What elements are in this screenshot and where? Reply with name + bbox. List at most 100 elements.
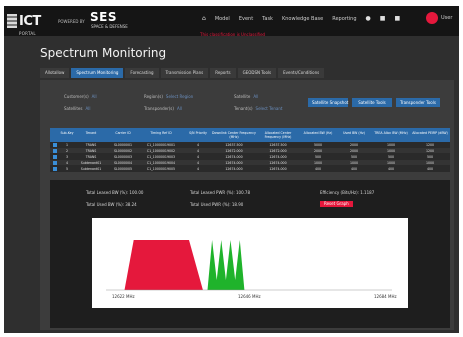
filter-value[interactable]: All — [253, 94, 258, 99]
checkbox-cell[interactable] — [50, 160, 60, 165]
row-checkbox[interactable] — [53, 161, 57, 165]
table-cell: 12672.000 — [269, 149, 287, 153]
filter-transponders[interactable]: Transponder(s) All — [144, 106, 182, 111]
filter-customers[interactable]: Customer(s) All — [64, 94, 97, 99]
page-title: Spectrum Monitoring — [40, 46, 167, 60]
spectrum-series-1[interactable] — [207, 240, 245, 290]
tab-reports[interactable]: Reports — [210, 68, 236, 78]
row-checkbox[interactable] — [53, 155, 57, 159]
spectrum-svg: 12622 MHz 12646 MHz 12684 MHz — [106, 240, 397, 299]
filter-label: Satellites — [64, 106, 83, 111]
column-header[interactable]: Used BW (Hz) — [336, 128, 372, 142]
nav-item-model[interactable]: Model — [215, 16, 230, 22]
transponder-tools-button[interactable]: Transponder Tools — [396, 98, 440, 107]
tab-geodsn-tools[interactable]: GEODSN Tools — [237, 68, 277, 78]
table-cell: TRANS — [85, 149, 97, 153]
column-header[interactable] — [50, 128, 60, 142]
table-cell: C1_10000019002 — [146, 149, 176, 153]
tab-transmission-plans[interactable]: Transmission Plans — [160, 68, 209, 78]
nav-item-event[interactable]: Event — [239, 16, 253, 22]
table-cell: 1000 — [425, 161, 435, 165]
home-icon[interactable]: ⌂ — [202, 15, 206, 22]
row-checkbox[interactable] — [53, 149, 57, 153]
table-cell: 400 — [350, 167, 358, 171]
settings-icon[interactable]: ■ — [380, 15, 386, 22]
table-cell: TRANS — [85, 143, 97, 147]
checkbox-cell[interactable] — [50, 166, 60, 171]
nav-item-task[interactable]: Task — [262, 16, 273, 22]
satellite-tools-button[interactable]: Satellite Tools — [352, 98, 392, 107]
filter-value[interactable]: All — [177, 106, 182, 111]
top-navbar: ICT PORTAL POWERED BY SES SPACE & DEFENS… — [4, 6, 459, 37]
ict-logo[interactable]: ICT PORTAL — [7, 11, 53, 36]
column-header[interactable]: Allocated Center Frequency (MHz) — [256, 128, 300, 142]
x-tick-label: 12646 MHz — [238, 294, 261, 299]
filter-value[interactable]: All — [92, 94, 97, 99]
flag-icon — [7, 14, 17, 28]
filter-label: Satellite — [234, 94, 251, 99]
filter-bar: Customer(s) All Region(s) Select Region … — [64, 94, 294, 124]
spectrum-plot[interactable]: 12622 MHz 12646 MHz 12684 MHz — [92, 218, 408, 308]
row-checkbox[interactable] — [53, 143, 57, 147]
nav-item-knowledge-base[interactable]: Knowledge Base — [282, 16, 323, 22]
powered-by-label: POWERED BY — [58, 19, 85, 24]
checkbox-cell[interactable] — [50, 142, 60, 147]
column-header[interactable]: Timing Ref ID — [138, 128, 184, 142]
checkbox-cell[interactable] — [50, 154, 60, 159]
table-cell: 4 — [196, 155, 200, 159]
efficiency: Efficiency (Bits/Hz): 1.1187 — [320, 190, 375, 195]
filter-label: Region(s) — [144, 94, 163, 99]
table-cell: 4 — [196, 167, 200, 171]
tab-forecasting[interactable]: Forecasting — [125, 68, 159, 78]
tab-bar: Allotallow Spectrum Monitoring Forecasti… — [40, 68, 325, 78]
ses-subtitle: SPACE & DEFENSE — [91, 24, 128, 29]
table-cell: 1000 — [386, 161, 396, 165]
nav-item-reporting[interactable]: Reporting — [332, 16, 356, 22]
table-cell: 400 — [426, 167, 434, 171]
column-header[interactable]: Tenant — [74, 128, 108, 142]
total-used-pwr: Total Used PWR (%): 18.90 — [190, 202, 244, 207]
table-cell: 4 — [196, 149, 200, 153]
filter-value[interactable]: Select Tenant — [256, 106, 283, 111]
avatar[interactable] — [426, 12, 438, 24]
table-cell: 1000 — [313, 161, 323, 165]
grid-icon[interactable]: ■ — [394, 15, 400, 22]
column-header[interactable]: Allocated PEIRP (dBW) — [410, 128, 450, 142]
spectrum-series-0[interactable] — [124, 240, 203, 290]
satellite-snapshot-button[interactable]: Satellite Snapshot — [308, 98, 348, 107]
filter-value[interactable]: All — [85, 106, 90, 111]
table-cell: 500 — [426, 155, 434, 159]
table-cell: SL0000002 — [114, 149, 132, 153]
column-header[interactable]: Allocated BW (Hz) — [300, 128, 336, 142]
checkbox-cell[interactable] — [50, 148, 60, 153]
filter-regions[interactable]: Region(s) Select Region — [144, 94, 193, 99]
table-cell: SL0000001 — [114, 143, 132, 147]
table-row[interactable]: 5 Subtenant01 SL0000005 C1_10000019005 4 1267… — [50, 166, 450, 172]
table-cell: 12674.000 — [269, 167, 287, 171]
table-cell: C1_10000019005 — [146, 167, 176, 171]
tab-spectrum-monitoring[interactable]: Spectrum Monitoring — [71, 68, 124, 78]
bell-icon[interactable]: ● — [366, 15, 371, 22]
table-cell: 1000 — [386, 149, 396, 153]
filter-satellites[interactable]: Satellites All — [64, 106, 90, 111]
tab-events-conditions[interactable]: Events/Conditions — [278, 68, 325, 78]
user-name[interactable]: User — [441, 15, 452, 21]
table-cell: 500 — [350, 155, 358, 159]
column-header[interactable]: Downlink Center Frequency (MHz) — [212, 128, 256, 142]
filter-tenants[interactable]: Tenant(s) Select Tenant — [234, 106, 282, 111]
column-header[interactable]: S/N Priority — [184, 128, 212, 142]
column-header[interactable]: TREA Alloc BW (MHz) — [372, 128, 410, 142]
tab-allotallow[interactable]: Allotallow — [40, 68, 70, 78]
spectrum-chart-panel: Total Leased BW (%): 100.00 Total Leased… — [50, 180, 450, 328]
main-nav: ⌂ Model Event Task Knowledge Base Report… — [202, 15, 400, 22]
column-header[interactable]: Carrier ID — [108, 128, 138, 142]
table-cell: 400 — [387, 167, 395, 171]
filter-value[interactable]: Select Region — [166, 94, 193, 99]
filter-satellite[interactable]: Satellite All — [234, 94, 258, 99]
row-checkbox[interactable] — [53, 167, 57, 171]
total-leased-pwr: Total Leased PWR (%): 100.78 — [190, 190, 250, 195]
table-cell: Subtenant01 — [80, 167, 102, 171]
table-cell: Subtenant01 — [80, 161, 102, 165]
reset-graph-button[interactable]: Reset Graph — [320, 201, 353, 207]
column-header[interactable]: Sub-Key — [60, 128, 74, 142]
